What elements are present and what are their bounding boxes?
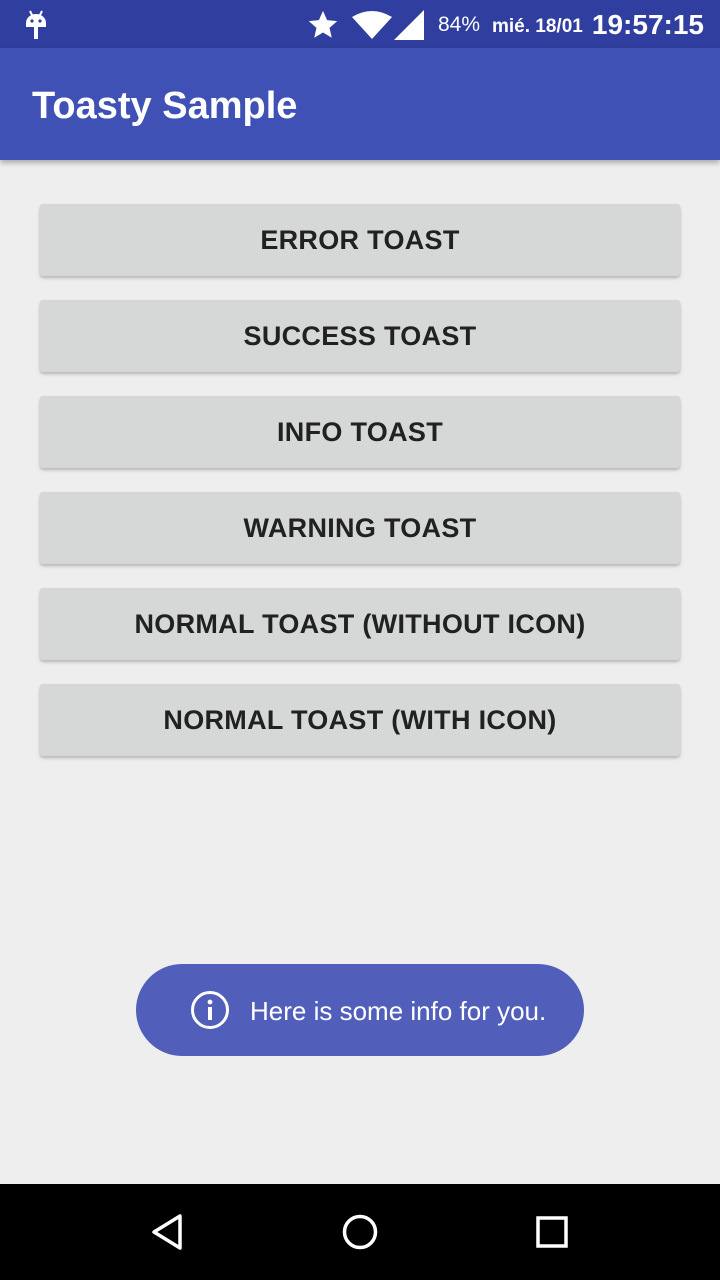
success-toast-button[interactable]: SUCCESS TOAST: [40, 300, 680, 372]
normal-toast-without-icon-button[interactable]: NORMAL TOAST (WITHOUT ICON): [40, 588, 680, 660]
back-icon[interactable]: [146, 1210, 190, 1254]
info-toast-button[interactable]: INFO TOAST: [40, 396, 680, 468]
app-title: Toasty Sample: [32, 85, 298, 127]
app-bar: Toasty Sample: [0, 48, 720, 160]
wifi-icon: [352, 11, 392, 39]
error-toast-button[interactable]: ERROR TOAST: [40, 204, 680, 276]
signal-icon: [394, 10, 424, 40]
status-bar: 84% mié. 18/01 19:57:15: [0, 0, 720, 48]
status-clock: 19:57:15: [591, 9, 704, 40]
info-toast: Here is some info for you.: [136, 964, 584, 1056]
recents-icon[interactable]: [530, 1210, 574, 1254]
star-icon: [308, 10, 338, 38]
status-date: mié. 18/01: [492, 16, 583, 37]
navigation-bar: [0, 1184, 720, 1280]
warning-toast-button[interactable]: WARNING TOAST: [40, 492, 680, 564]
info-icon: [191, 991, 229, 1029]
button-list: ERROR TOAST SUCCESS TOAST INFO TOAST WAR…: [40, 204, 680, 780]
toast-message: Here is some info for you.: [250, 996, 547, 1026]
normal-toast-with-icon-button[interactable]: NORMAL TOAST (WITH ICON): [40, 684, 680, 756]
battery-percent: 84%: [438, 13, 481, 36]
android-debug-icon: [26, 10, 46, 39]
home-icon[interactable]: [338, 1210, 382, 1254]
